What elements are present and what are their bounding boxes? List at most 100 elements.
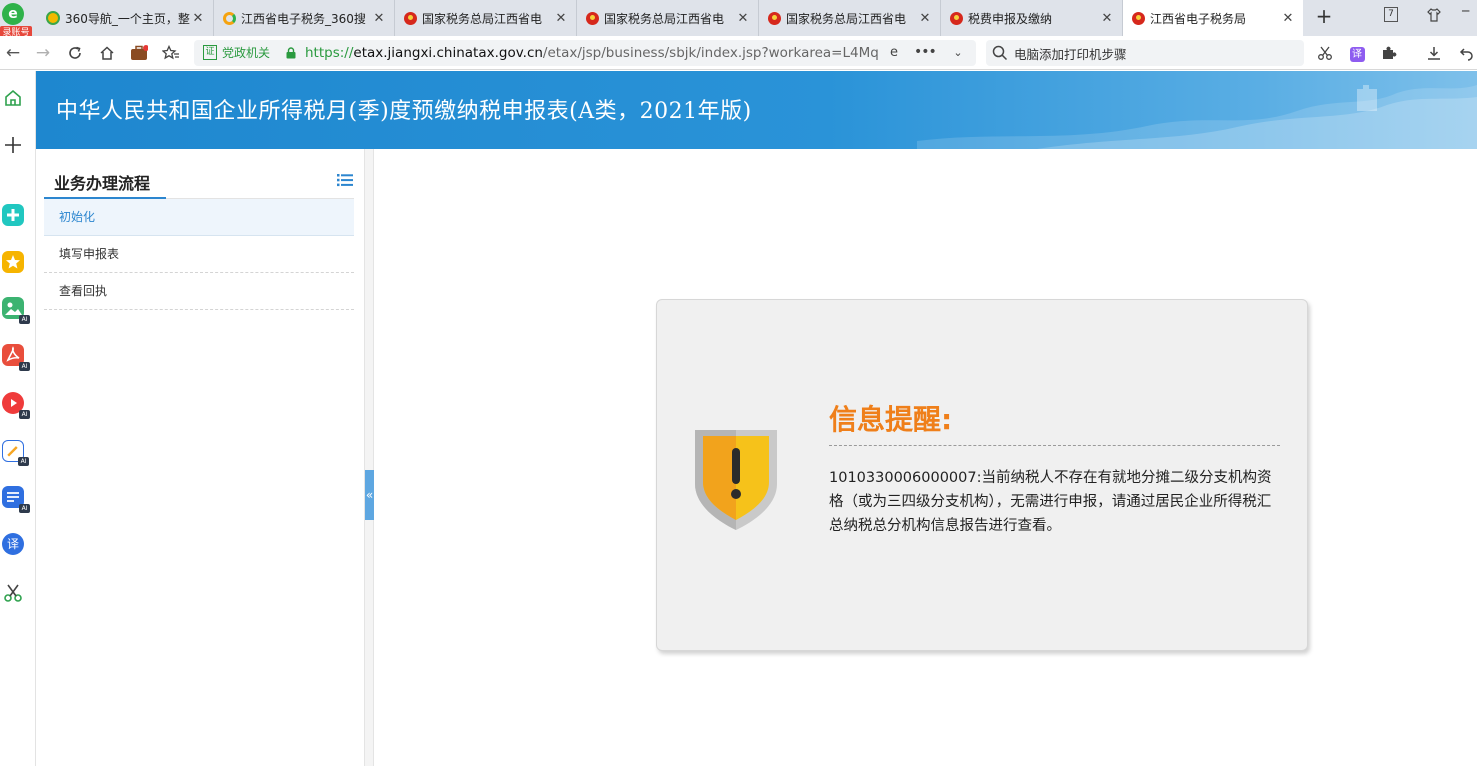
close-icon[interactable]: ✕: [191, 11, 205, 26]
page-title: 中华人民共和国企业所得税月(季)度预缴纳税申报表(A类，2021年版): [56, 99, 752, 124]
new-tab-button[interactable]: +: [1313, 6, 1335, 28]
ie-mode-icon[interactable]: e: [886, 44, 902, 62]
screenshot-button[interactable]: [1315, 43, 1335, 63]
url-bar[interactable]: 证 党政机关 https://etax.jiangxi.chinatax.gov…: [194, 40, 976, 66]
tab-tax-bureau-3[interactable]: 国家税务总局江西省电 ✕: [759, 0, 941, 36]
health-plus-icon[interactable]: [2, 204, 24, 226]
tax-emblem-icon: [403, 11, 417, 25]
warning-shield-icon: [695, 430, 777, 530]
tab-title: 国家税务总局江西省电: [422, 11, 543, 26]
lock-icon[interactable]: [286, 47, 296, 59]
undo-button[interactable]: [1456, 43, 1476, 63]
close-icon[interactable]: ✕: [918, 11, 932, 26]
list-icon[interactable]: [337, 173, 353, 187]
collapse-panel-button[interactable]: «: [365, 470, 374, 520]
notice-title: 信息提醒:: [829, 403, 953, 436]
skin-icon[interactable]: [1426, 7, 1442, 23]
forward-button[interactable]: →: [32, 42, 54, 64]
browser-address-bar: ← → 证 党政机关 https://etax.jiangxi.chinatax…: [0, 36, 1477, 70]
360-search-icon: [222, 11, 236, 25]
search-bar[interactable]: [986, 40, 1304, 66]
certificate-icon: 证: [203, 45, 217, 60]
home-icon: [100, 46, 114, 60]
briefcase-icon: [131, 45, 149, 60]
tab-360-search[interactable]: 江西省电子税务_360搜 ✕: [214, 0, 395, 36]
notice-message: 1010330006000007:当前纳税人不存在有就地分摊二级分支机构资格（或…: [829, 470, 1272, 534]
reload-icon: [69, 46, 81, 59]
download-icon: [1428, 47, 1440, 60]
home-icon[interactable]: [2, 87, 24, 109]
tab-title: 江西省电子税务_360搜: [241, 11, 366, 26]
ai-badge: AI: [18, 457, 29, 466]
close-icon[interactable]: ✕: [1281, 11, 1295, 26]
ai-badge: AI: [19, 362, 30, 371]
search-input[interactable]: [1014, 43, 1294, 63]
step-initialize[interactable]: 初始化: [44, 199, 354, 236]
translate-icon: 译: [1349, 47, 1365, 62]
tab-title: 国家税务总局江西省电: [786, 11, 907, 26]
translate-button[interactable]: 译: [1347, 43, 1367, 63]
ai-pdf-icon[interactable]: AI: [2, 344, 30, 371]
scissors-icon[interactable]: [2, 582, 24, 604]
url-text[interactable]: https://etax.jiangxi.chinatax.gov.cn/eta…: [305, 44, 880, 62]
briefcase-button[interactable]: [128, 42, 150, 64]
url-host: etax.jiangxi.chinatax.gov.cn: [353, 45, 543, 61]
ai-document-icon[interactable]: AI: [2, 486, 30, 513]
close-icon[interactable]: ✕: [1100, 11, 1114, 26]
back-button[interactable]: ←: [2, 42, 24, 64]
tax-emblem-icon: [949, 11, 963, 25]
tab-tax-bureau-2[interactable]: 国家税务总局江西省电 ✕: [577, 0, 759, 36]
tab-title: 税费申报及缴纳: [968, 11, 1053, 26]
tax-emblem-icon: [767, 11, 781, 25]
plus-icon: [7, 209, 19, 221]
certificate-label[interactable]: 党政机关: [222, 45, 270, 61]
home-button[interactable]: [96, 42, 118, 64]
search-icon: [992, 45, 1008, 61]
process-panel-title: 业务办理流程: [54, 174, 151, 193]
more-options-icon[interactable]: •••: [914, 42, 937, 62]
tab-jiangxi-etax[interactable]: 江西省电子税务局 ✕: [1123, 0, 1303, 36]
window-menu-icon[interactable]: ─: [1462, 4, 1477, 24]
download-button[interactable]: [1424, 43, 1444, 63]
tab-count-badge[interactable]: 7: [1384, 7, 1398, 22]
favorite-star-icon[interactable]: [2, 251, 24, 273]
step-view-receipt[interactable]: 查看回执: [44, 273, 354, 310]
tab-tax-bureau-1[interactable]: 国家税务总局江西省电 ✕: [395, 0, 577, 36]
extensions-button[interactable]: [1379, 43, 1399, 63]
favorites-button[interactable]: [160, 42, 182, 64]
panel-splitter[interactable]: «: [364, 149, 374, 766]
url-path: /etax/jsp/business/sbjk/index.jsp?workar…: [542, 45, 880, 61]
tab-tax-filing[interactable]: 税费申报及缴纳 ✕: [941, 0, 1123, 36]
add-icon[interactable]: [2, 134, 24, 156]
close-icon[interactable]: ✕: [554, 11, 568, 26]
step-fill-form[interactable]: 填写申报表: [44, 236, 354, 273]
process-step-list: 初始化 填写申报表 查看回执: [44, 199, 354, 310]
url-scheme: https://: [305, 45, 354, 61]
ai-write-icon[interactable]: AI: [2, 440, 29, 466]
undo-icon: [1459, 48, 1473, 61]
ai-badge: AI: [19, 504, 30, 513]
tab-title: 江西省电子税务局: [1150, 11, 1247, 26]
tab-title: 360导航_一个主页，整: [65, 11, 190, 26]
tax-emblem-icon: [585, 11, 599, 25]
reload-button[interactable]: [64, 42, 86, 64]
translate-icon[interactable]: 译: [2, 533, 24, 555]
page-header: 中华人民共和国企业所得税月(季)度预缴纳税申报表(A类，2021年版): [36, 71, 1477, 149]
tab-title: 国家税务总局江西省电: [604, 11, 725, 26]
tax-emblem-icon: [1131, 11, 1145, 25]
browser-sidebar: AI AI AI AI AI 译: [0, 71, 36, 766]
ai-video-icon[interactable]: AI: [2, 392, 30, 419]
chevron-down-icon[interactable]: ⌄: [950, 44, 966, 62]
close-icon[interactable]: ✕: [372, 11, 386, 26]
scissors-icon: [1318, 46, 1332, 60]
favorites-star-icon: [161, 44, 179, 60]
360-icon: [46, 11, 60, 25]
ai-image-icon[interactable]: AI: [2, 297, 30, 324]
great-wall-decoration: [917, 85, 1477, 149]
close-icon[interactable]: ✕: [736, 11, 750, 26]
browser-logo-icon: e: [2, 3, 24, 25]
tab-360-nav[interactable]: 360导航_一个主页，整 ✕: [38, 0, 214, 36]
star-icon: [6, 255, 20, 269]
ai-badge: AI: [19, 410, 30, 419]
process-panel: 业务办理流程 初始化 填写申报表 查看回执: [36, 149, 364, 766]
